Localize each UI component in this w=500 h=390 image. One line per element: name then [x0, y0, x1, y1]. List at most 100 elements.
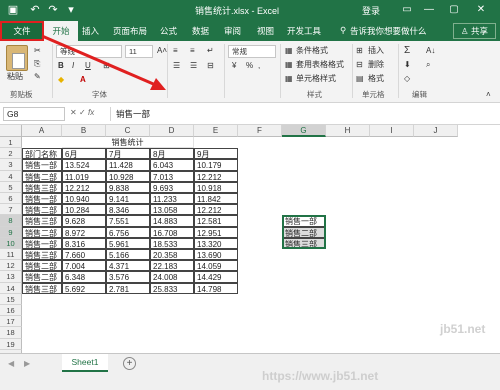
value-cell[interactable]: 22.183: [150, 260, 194, 272]
row-header-1[interactable]: 1: [0, 137, 22, 149]
row-header-16[interactable]: 16: [0, 305, 22, 317]
department-cell[interactable]: 销售一部: [22, 159, 62, 171]
currency-icon[interactable]: ¥: [232, 60, 236, 72]
row-header-7[interactable]: 7: [0, 204, 22, 216]
value-cell[interactable]: 13.524: [62, 159, 106, 171]
value-cell[interactable]: 18.533: [150, 237, 194, 249]
value-cell[interactable]: 11.428: [106, 159, 150, 171]
value-cell[interactable]: 7.660: [62, 249, 106, 261]
department-cell[interactable]: 销售二部: [22, 204, 62, 216]
format-cells-button[interactable]: 格式: [368, 73, 384, 85]
number-format-select[interactable]: 常规: [228, 45, 276, 58]
value-cell[interactable]: 6.756: [106, 226, 150, 238]
table-format-button[interactable]: 套用表格格式: [296, 59, 344, 71]
value-cell[interactable]: 14.059: [194, 260, 238, 272]
tab-developer[interactable]: 开发工具: [287, 25, 321, 37]
row-header-17[interactable]: 17: [0, 316, 22, 328]
grow-font-icon[interactable]: A˄: [157, 45, 167, 57]
restore-button[interactable]: ▢: [445, 2, 463, 18]
value-cell[interactable]: 10.918: [194, 181, 238, 193]
value-cell[interactable]: 7.551: [106, 215, 150, 227]
value-cell[interactable]: 9.141: [106, 193, 150, 205]
row-header-4[interactable]: 4: [0, 170, 22, 182]
cancel-icon[interactable]: ✕: [70, 108, 77, 117]
value-cell[interactable]: 3.576: [106, 271, 150, 283]
department-cell[interactable]: 销售一部: [22, 193, 62, 205]
cut-icon[interactable]: ✂: [34, 45, 41, 57]
cell-style-icon[interactable]: ▦: [285, 73, 293, 85]
value-cell[interactable]: 10.179: [194, 159, 238, 171]
font-size-select[interactable]: 11: [125, 45, 153, 58]
worksheet-grid[interactable]: ABCDEFGHIJ123456789101112131415161718192…: [0, 125, 500, 353]
wrap-text-icon[interactable]: ↵: [207, 45, 214, 57]
header-cell[interactable]: 部门名称: [22, 148, 62, 160]
tab-review[interactable]: 审阅: [224, 25, 241, 37]
undo-icon[interactable]: ↶: [28, 3, 42, 17]
enter-icon[interactable]: ✓: [79, 108, 86, 117]
format-painter-icon[interactable]: ✎: [34, 71, 41, 83]
value-cell[interactable]: 25.833: [150, 282, 194, 294]
conditional-format-button[interactable]: 条件格式: [296, 45, 328, 57]
tab-insert[interactable]: 插入: [82, 25, 99, 37]
value-cell[interactable]: 5.166: [106, 249, 150, 261]
value-cell[interactable]: 10.940: [62, 193, 106, 205]
header-cell[interactable]: 7月: [106, 148, 150, 160]
value-cell[interactable]: 12.951: [194, 226, 238, 238]
value-cell[interactable]: 10.928: [106, 170, 150, 182]
column-header-i[interactable]: I: [370, 125, 414, 137]
column-header-f[interactable]: F: [238, 125, 282, 137]
autosum-icon[interactable]: Σ: [404, 45, 410, 57]
value-cell[interactable]: 7.004: [62, 260, 106, 272]
department-cell[interactable]: 销售三部: [22, 282, 62, 294]
column-header-j[interactable]: J: [414, 125, 458, 137]
next-sheet-icon[interactable]: ▶: [24, 358, 30, 370]
formula-input[interactable]: 销售一部: [110, 107, 496, 121]
header-cell[interactable]: 9月: [194, 148, 238, 160]
row-header-12[interactable]: 12: [0, 260, 22, 272]
row-header-3[interactable]: 3: [0, 159, 22, 171]
insert-cells-icon[interactable]: ⊞: [356, 45, 363, 57]
row-header-13[interactable]: 13: [0, 271, 22, 283]
row-header-14[interactable]: 14: [0, 282, 22, 294]
column-header-e[interactable]: E: [194, 125, 238, 137]
value-cell[interactable]: 8.346: [106, 204, 150, 216]
merge-center-icon[interactable]: ⊟: [207, 60, 214, 72]
fill-color-icon[interactable]: ◆: [58, 74, 64, 86]
value-cell[interactable]: 8.972: [62, 226, 106, 238]
value-cell[interactable]: 8.316: [62, 237, 106, 249]
row-header-2[interactable]: 2: [0, 148, 22, 160]
format-cells-icon[interactable]: ▤: [356, 73, 364, 85]
align-center-icon[interactable]: ☰: [190, 60, 197, 72]
value-cell[interactable]: 9.838: [106, 181, 150, 193]
tab-data[interactable]: 数据: [192, 25, 209, 37]
value-cell[interactable]: 16.708: [150, 226, 194, 238]
value-cell[interactable]: 5.692: [62, 282, 106, 294]
department-cell[interactable]: 销售一部: [22, 237, 62, 249]
value-cell[interactable]: 24.008: [150, 271, 194, 283]
value-cell[interactable]: 6.348: [62, 271, 106, 283]
tab-formulas[interactable]: 公式: [160, 25, 177, 37]
department-cell[interactable]: 销售二部: [22, 271, 62, 283]
tab-file[interactable]: 文件: [0, 21, 44, 41]
row-header-5[interactable]: 5: [0, 181, 22, 193]
tab-page-layout[interactable]: 页面布局: [113, 25, 147, 37]
table-format-icon[interactable]: ▦: [285, 59, 293, 71]
close-button[interactable]: ✕: [472, 2, 490, 18]
department-cell[interactable]: 销售二部: [22, 226, 62, 238]
row-header-6[interactable]: 6: [0, 193, 22, 205]
value-cell[interactable]: 20.358: [150, 249, 194, 261]
department-cell[interactable]: 销售三部: [22, 215, 62, 227]
value-cell[interactable]: 2.781: [106, 282, 150, 294]
minimize-button[interactable]: —: [420, 2, 438, 18]
column-header-d[interactable]: D: [150, 125, 194, 137]
font-color-icon[interactable]: A: [80, 74, 86, 86]
align-left-icon[interactable]: ☰: [173, 60, 180, 72]
paste-icon[interactable]: [6, 45, 28, 71]
value-cell[interactable]: 12.212: [194, 204, 238, 216]
column-header-b[interactable]: B: [62, 125, 106, 137]
value-cell[interactable]: 4.371: [106, 260, 150, 272]
value-cell[interactable]: 12.212: [194, 170, 238, 182]
value-cell[interactable]: 14.798: [194, 282, 238, 294]
select-all-corner[interactable]: [0, 125, 22, 137]
row-header-19[interactable]: 19: [0, 338, 22, 350]
